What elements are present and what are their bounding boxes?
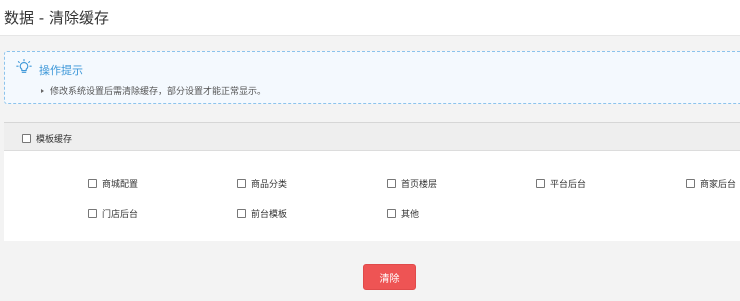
template-cache-checkbox[interactable]: 模板缓存 (22, 132, 72, 145)
option-store-admin[interactable]: 门店后台 (88, 207, 138, 220)
clear-button[interactable]: 清除 (363, 264, 416, 290)
option-label: 前台模板 (251, 210, 288, 220)
option-mall-config[interactable]: 商城配置 (88, 177, 138, 190)
checkbox-box[interactable] (536, 179, 545, 188)
option-label: 商家后台 (700, 180, 737, 190)
option-seller-admin[interactable]: 商家后台 (686, 177, 736, 190)
option-goods-category[interactable]: 商品分类 (237, 177, 287, 190)
checkbox-box[interactable] (387, 179, 396, 188)
cache-panel-header: 模板缓存 (4, 122, 740, 151)
checkbox-box[interactable] (88, 209, 97, 218)
tips-title: 操作提示 (39, 64, 83, 77)
checkbox-box[interactable] (237, 179, 246, 188)
option-label: 其他 (401, 210, 420, 220)
operation-tips-panel: 操作提示 修改系统设置后需清除缓存，部分设置才能正常显示。 (4, 51, 740, 104)
page-header: 数据 - 清除缓存 (0, 0, 740, 36)
cache-options-panel: 商城配置 商品分类 首页楼层 平台后台 商家后台 门店后台 前台模板 其他 (4, 151, 740, 241)
checkbox-box[interactable] (237, 209, 246, 218)
checkbox-box[interactable] (88, 179, 97, 188)
tips-item: 修改系统设置后需清除缓存，部分设置才能正常显示。 (41, 84, 266, 97)
option-home-floor[interactable]: 首页楼层 (387, 177, 437, 190)
checkbox-box[interactable] (22, 134, 31, 143)
option-label: 门店后台 (102, 210, 139, 220)
option-platform-admin[interactable]: 平台后台 (536, 177, 586, 190)
page-title: 数据 - 清除缓存 (4, 9, 109, 27)
tips-item-text: 修改系统设置后需清除缓存，部分设置才能正常显示。 (50, 87, 267, 97)
template-cache-label: 模板缓存 (36, 135, 73, 145)
option-other[interactable]: 其他 (387, 207, 419, 220)
checkbox-box[interactable] (686, 179, 695, 188)
option-label: 首页楼层 (401, 180, 438, 190)
lightbulb-icon (16, 59, 32, 73)
bullet-icon (41, 89, 44, 93)
option-label: 商品分类 (251, 180, 288, 190)
option-label: 商城配置 (102, 180, 139, 190)
option-label: 平台后台 (550, 180, 587, 190)
checkbox-box[interactable] (387, 209, 396, 218)
option-front-template[interactable]: 前台模板 (237, 207, 287, 220)
